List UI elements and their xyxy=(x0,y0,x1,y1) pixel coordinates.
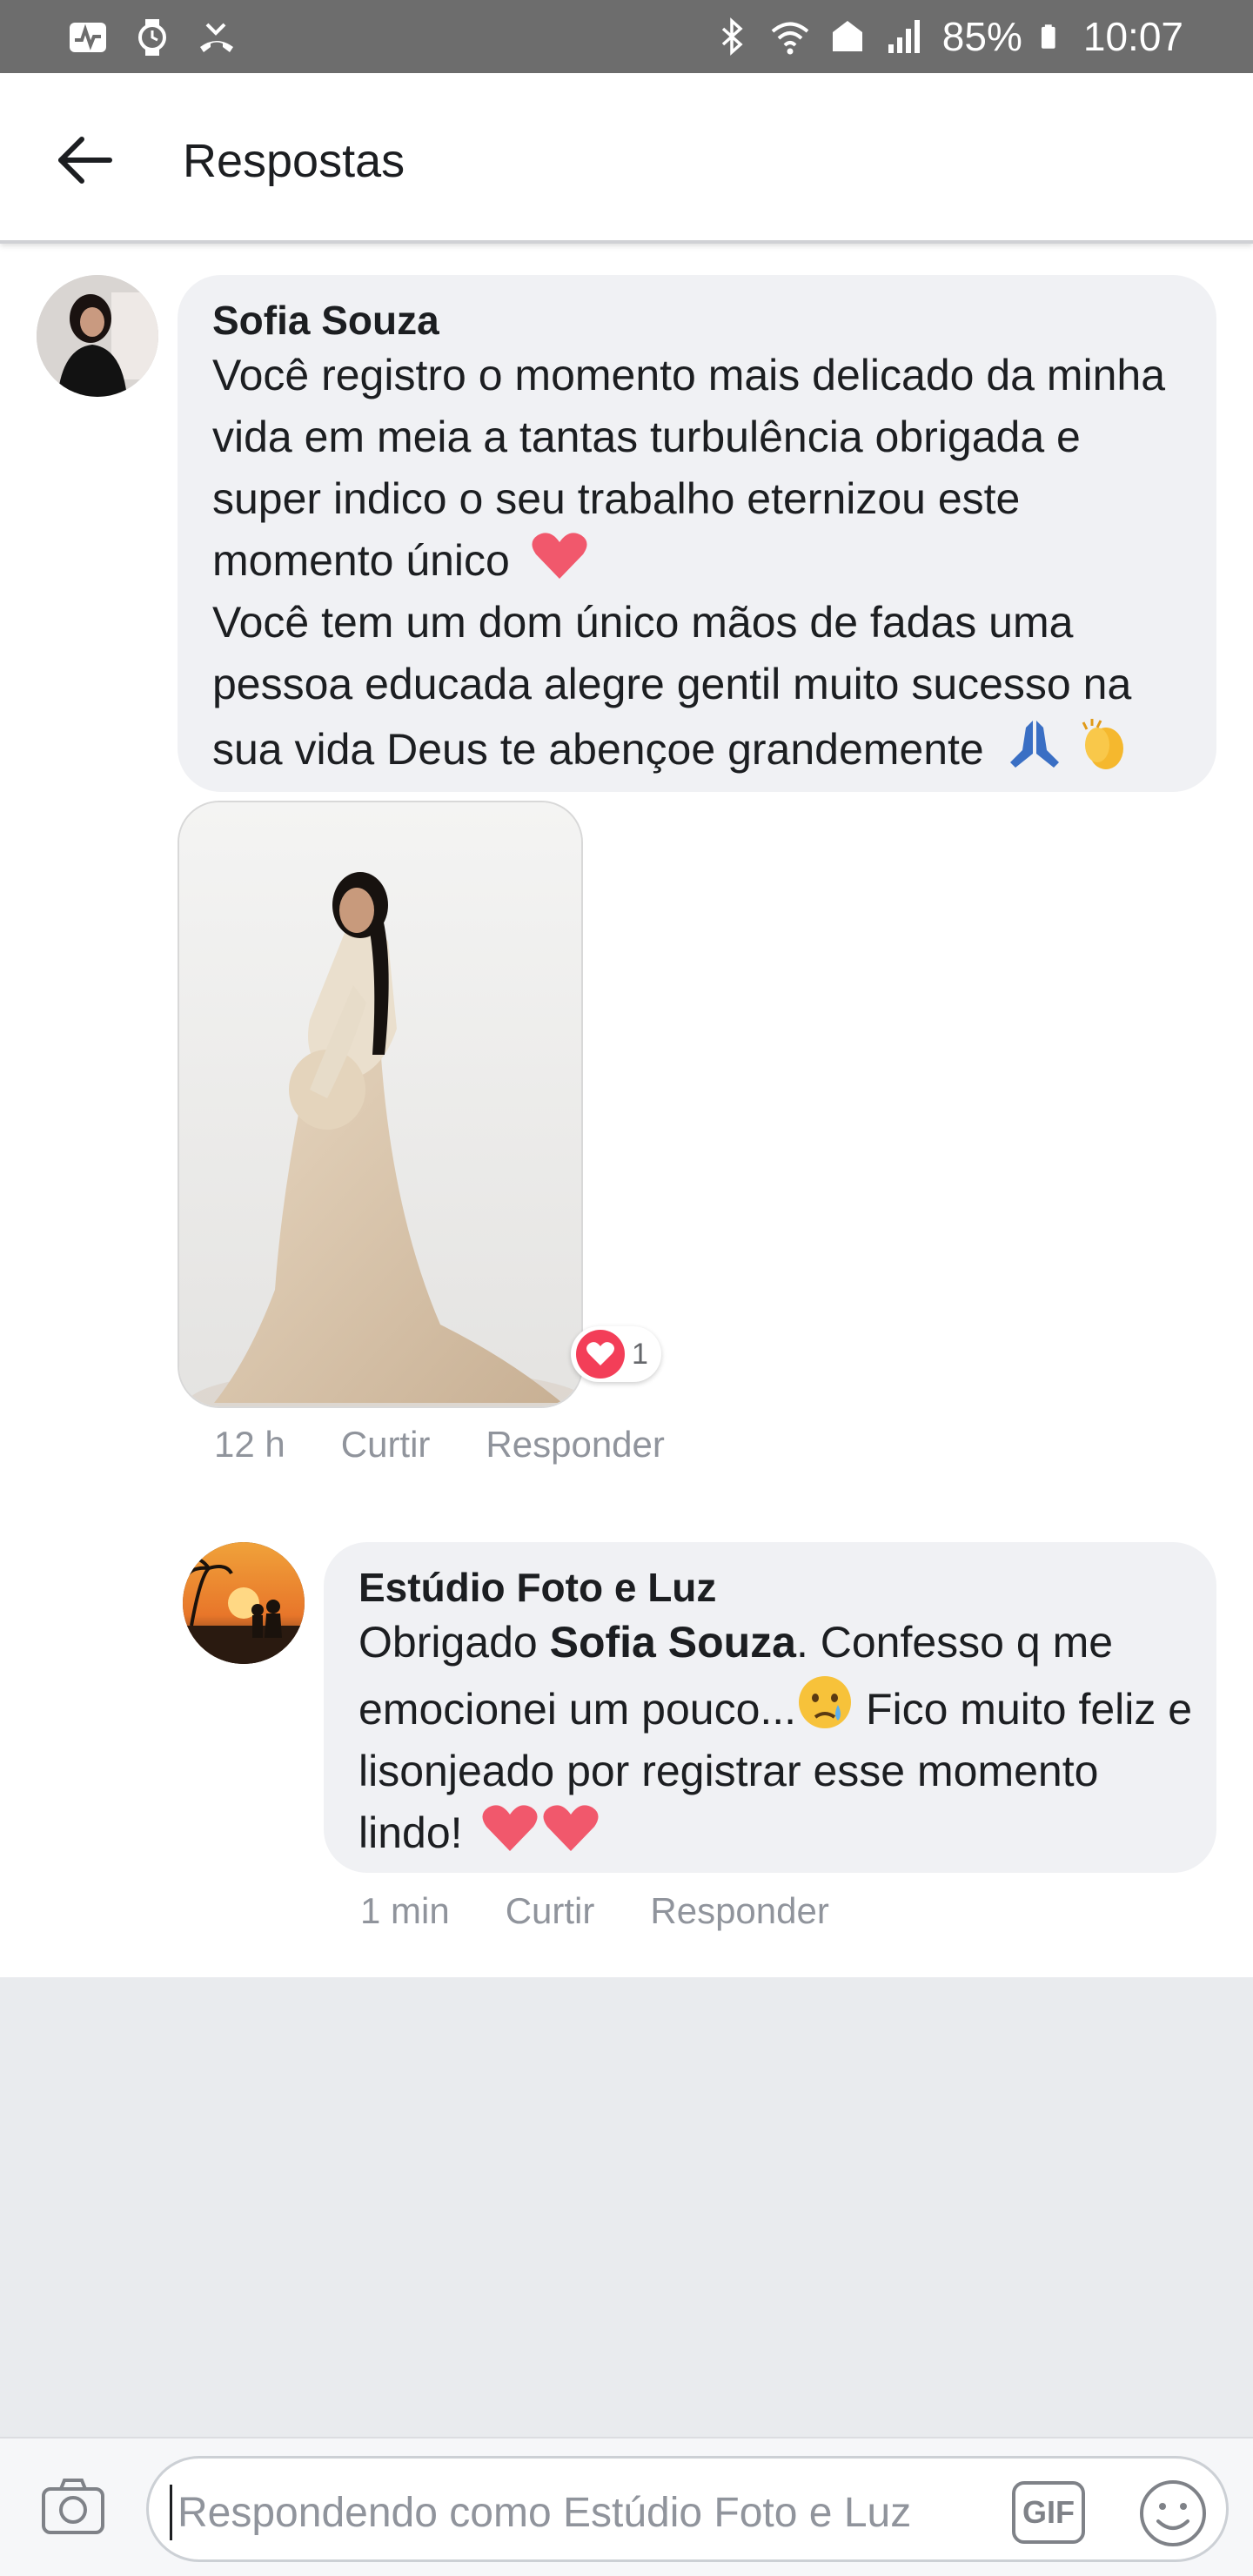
maternity-photo xyxy=(179,802,581,1406)
like-button[interactable]: Curtir xyxy=(506,1887,595,1935)
reply-composer: GIF xyxy=(0,2437,1253,2576)
clapping-hands-emoji-icon xyxy=(1082,719,1123,769)
reply-input-container[interactable]: GIF xyxy=(146,2456,1229,2562)
comment-author[interactable]: Sofia Souza xyxy=(212,296,439,345)
avatar[interactable] xyxy=(183,1542,305,1664)
reply-button[interactable]: Responder xyxy=(486,1420,664,1469)
comment-line-text: momento único xyxy=(212,536,510,585)
comment-line-text: . Confesso q me xyxy=(795,1618,1114,1667)
comment-meta: 12 h Curtir Responder xyxy=(214,1420,665,1469)
like-button[interactable]: Curtir xyxy=(341,1420,431,1469)
clock: 10:07 xyxy=(1082,14,1183,59)
comment-line: emocionei um pouco... Fico muito feliz e xyxy=(358,1674,1203,1741)
heart-emoji-icon xyxy=(543,1805,599,1851)
comment-photo[interactable] xyxy=(178,801,583,1408)
avatar-photo xyxy=(37,275,158,397)
crying-face-emoji-icon xyxy=(799,1676,852,1728)
status-right: 85% 10:07 xyxy=(713,12,1183,61)
app-header: Respostas xyxy=(0,73,1253,244)
comment-line: vida em meia a tantas turbulência obriga… xyxy=(212,413,1081,461)
comment-bubble[interactable]: Sofia Souza Você registro o momento mais… xyxy=(178,275,1216,792)
camera-icon[interactable] xyxy=(38,2472,108,2541)
reply-button[interactable]: Responder xyxy=(650,1887,828,1935)
emoji-picker-icon[interactable] xyxy=(1137,2478,1209,2549)
comment-line: Você tem um dom único mãos de fadas uma xyxy=(212,598,1074,647)
signal-icon xyxy=(888,20,920,53)
comment-line-text: sua vida Deus te abençoe grandemente xyxy=(212,725,984,774)
back-arrow-icon[interactable] xyxy=(52,127,118,193)
page-title: Respostas xyxy=(183,135,405,187)
watch-icon xyxy=(138,19,166,56)
comment-line-text: lindo! xyxy=(358,1808,463,1857)
avatar[interactable] xyxy=(37,275,158,397)
comment-line-text: Fico muito feliz e xyxy=(854,1685,1193,1734)
comment-line: pessoa educada alegre gentil muito suces… xyxy=(212,660,1132,708)
battery-icon xyxy=(1041,24,1055,49)
reaction-count: 1 xyxy=(632,1337,648,1371)
comment-line: lisonjeado por registrar esse momento xyxy=(358,1747,1099,1795)
comment-line: Você registro o momento mais delicado da… xyxy=(212,351,1166,399)
house-signal-icon xyxy=(832,21,862,51)
comment-timestamp: 12 h xyxy=(214,1424,285,1465)
heart-emoji-icon xyxy=(482,1805,538,1851)
comment-line-text: Obrigado xyxy=(358,1618,550,1667)
comment-timestamp: 1 min xyxy=(360,1890,450,1931)
comment-line: lindo! xyxy=(358,1802,1203,1864)
love-reaction-icon xyxy=(576,1330,625,1379)
heart-emoji-icon xyxy=(532,533,587,579)
status-bar: 85% 10:07 xyxy=(0,0,1253,73)
missed-call-icon xyxy=(200,23,233,52)
status-left-icons xyxy=(68,17,237,57)
comment-line-text: emocionei um pouco... xyxy=(358,1685,797,1734)
comment-text: Você registro o momento mais delicado da… xyxy=(212,345,1204,781)
comment-author[interactable]: Estúdio Foto e Luz xyxy=(358,1563,716,1612)
praying-hands-emoji-icon xyxy=(1009,721,1059,768)
activity-icon xyxy=(70,23,106,52)
gif-button[interactable]: GIF xyxy=(1012,2481,1085,2544)
mention-link[interactable]: Sofia Souza xyxy=(550,1618,796,1667)
battery-percent: 85% xyxy=(941,14,1022,59)
comment-line: super indico o seu trabalho eternizou es… xyxy=(212,474,1021,523)
comment-line: momento único xyxy=(212,530,1204,592)
avatar-photo xyxy=(183,1542,305,1664)
reply-input[interactable] xyxy=(170,2485,970,2540)
comment-bubble[interactable]: Estúdio Foto e Luz Obrigado Sofia Souza.… xyxy=(324,1542,1216,1873)
comment-text: Obrigado Sofia Souza. Confesso q me emoc… xyxy=(358,1612,1203,1864)
reaction-badge[interactable]: 1 xyxy=(571,1326,661,1382)
comment-line: Obrigado Sofia Souza. Confesso q me xyxy=(358,1612,1203,1674)
comment-line: sua vida Deus te abençoe grandemente xyxy=(212,715,1204,781)
wifi-icon xyxy=(771,22,809,55)
empty-area xyxy=(0,1977,1253,2437)
bluetooth-icon xyxy=(721,17,743,56)
comment-meta: 1 min Curtir Responder xyxy=(360,1887,829,1935)
